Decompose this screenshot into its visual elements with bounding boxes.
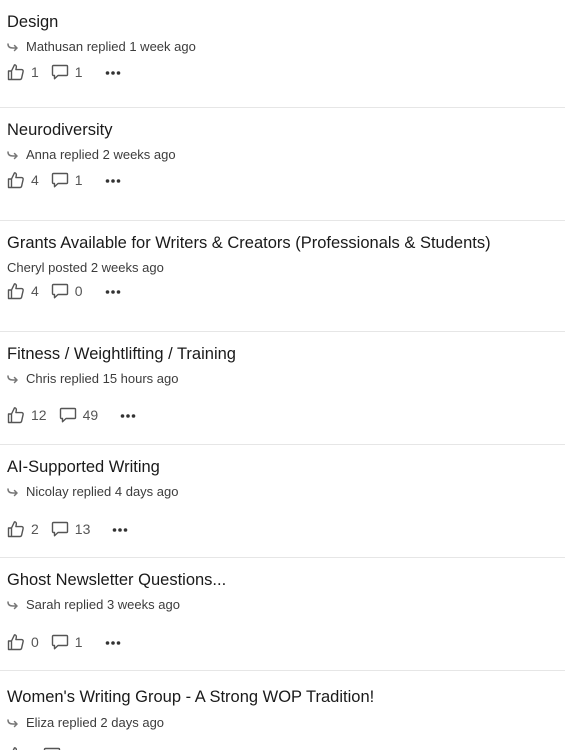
reply-arrow-icon [7,718,18,727]
like-button[interactable]: 4 [7,282,39,300]
more-options-button[interactable] [112,519,128,539]
post-item[interactable]: Neurodiversity Anna replied 2 weeks ago … [0,108,565,221]
post-meta-text: Eliza replied 2 days ago [26,715,165,730]
post-title[interactable]: Fitness / Weightlifting / Training [7,345,236,364]
post-title[interactable]: Women's Writing Group - A Strong WOP Tra… [7,688,374,707]
more-options-button[interactable] [105,632,121,652]
reply-arrow-icon [7,600,18,609]
post-actions: 4 1 [7,170,121,190]
post-meta-text: Chris replied 15 hours ago [26,371,179,386]
more-options-icon [113,528,128,532]
post-meta-text: Anna replied 2 weeks ago [26,147,176,162]
post-title[interactable]: Design [7,13,58,32]
post-meta: Mathusan replied 1 week ago [7,39,196,54]
comment-count: 49 [82,407,99,423]
more-options-icon [105,641,120,645]
post-meta: Cheryl posted 2 weeks ago [7,260,164,275]
comment-button[interactable]: 0 [51,282,83,300]
like-button[interactable]: 2 [7,520,39,538]
thumbs-up-icon [12,747,18,750]
more-options-button[interactable] [105,62,121,82]
comment-bubble-icon [51,172,68,188]
thumbs-up-icon [7,283,24,300]
post-actions [7,745,89,750]
post-meta-text: Sarah replied 3 weeks ago [26,597,180,612]
post-item[interactable]: Women's Writing Group - A Strong WOP Tra… [0,671,565,750]
post-actions: 2 13 [7,519,128,539]
post-item[interactable]: Fitness / Weightlifting / Training Chris… [0,332,565,445]
more-options-button[interactable] [105,281,121,301]
post-meta: Chris replied 15 hours ago [7,371,178,386]
like-button[interactable]: 1 [7,63,39,81]
post-meta: Nicolay replied 4 days ago [7,484,178,499]
post-meta-text: Cheryl posted 2 weeks ago [7,260,164,275]
thumbs-up-icon [7,172,24,189]
post-meta: Anna replied 2 weeks ago [7,147,176,162]
post-actions: 4 0 [7,281,121,301]
more-options-button[interactable] [105,170,121,190]
post-meta-text: Mathusan replied 1 week ago [26,39,196,54]
post-title[interactable]: Neurodiversity [7,121,112,140]
thumbs-up-icon [7,64,24,81]
like-count: 1 [31,64,39,80]
comment-button[interactable]: 1 [51,633,83,651]
comment-bubble-icon [59,407,76,423]
reply-arrow-icon [7,374,18,383]
post-meta-text: Nicolay replied 4 days ago [26,484,179,499]
more-options-icon [105,179,120,183]
comment-button[interactable]: 1 [51,171,83,189]
like-count: 4 [31,172,39,188]
post-item[interactable]: AI-Supported Writing Nicolay replied 4 d… [0,445,565,558]
post-meta: Eliza replied 2 days ago [7,715,164,730]
comment-count: 1 [74,64,83,80]
like-count: 4 [31,283,39,299]
post-title[interactable]: AI-Supported Writing [7,458,160,477]
like-button[interactable]: 12 [7,406,47,424]
post-meta: Sarah replied 3 weeks ago [7,597,180,612]
comment-button[interactable]: 13 [51,520,91,538]
comment-count: 13 [74,521,91,537]
post-item[interactable]: Ghost Newsletter Questions... Sarah repl… [0,558,565,671]
comment-button[interactable] [43,746,67,750]
comment-count: 1 [74,634,83,650]
comment-bubble-icon [43,747,61,750]
more-options-button[interactable] [120,405,136,425]
comment-count: 1 [74,172,83,188]
post-actions: 1 1 [7,62,121,82]
reply-arrow-icon [7,487,18,496]
comment-button[interactable]: 49 [59,406,99,424]
thumbs-up-icon [7,407,24,424]
post-title[interactable]: Ghost Newsletter Questions... [7,571,226,590]
comment-bubble-icon [51,521,68,537]
comment-bubble-icon [51,283,68,299]
comment-bubble-icon [51,64,68,80]
post-feed: Design Mathusan replied 1 week ago 1 1 N… [0,0,565,750]
comment-button[interactable]: 1 [51,63,83,81]
like-button[interactable] [7,746,31,750]
post-actions: 0 1 [7,632,121,652]
like-count: 0 [31,634,39,650]
like-count: 2 [31,521,39,537]
like-count: 12 [31,407,47,423]
more-options-icon [105,290,120,294]
more-options-icon [105,71,120,75]
post-actions: 12 49 [7,405,136,425]
thumbs-up-icon [7,521,24,538]
thumbs-up-icon [7,634,24,651]
comment-bubble-icon [51,634,68,650]
post-item[interactable]: Design Mathusan replied 1 week ago 1 1 [0,0,565,108]
post-item[interactable]: Grants Available for Writers & Creators … [0,221,565,332]
more-options-icon [120,414,136,418]
like-button[interactable]: 4 [7,171,39,189]
comment-count: 0 [74,283,83,299]
post-title[interactable]: Grants Available for Writers & Creators … [7,234,491,253]
like-button[interactable]: 0 [7,633,39,651]
reply-arrow-icon [7,150,18,159]
reply-arrow-icon [7,42,18,51]
